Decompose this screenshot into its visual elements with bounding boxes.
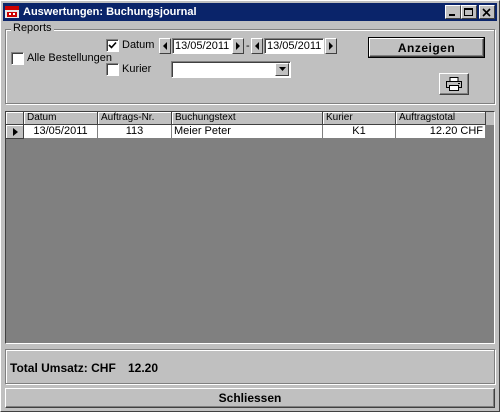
column-header-datum[interactable]: Datum — [24, 112, 98, 125]
alle-bestellungen-label[interactable]: Alle Bestellungen — [27, 52, 112, 64]
schliessen-button[interactable]: Schliessen — [5, 388, 495, 408]
arrow-right-icon — [236, 42, 240, 50]
alle-bestellungen-checkbox[interactable] — [11, 52, 24, 65]
cell-buchungstext[interactable]: Meier Peter — [172, 125, 323, 139]
datum-from-next-button[interactable] — [232, 38, 244, 54]
journal-grid[interactable]: Datum Auftrags-Nr. Buchungstext Kurier A… — [5, 111, 495, 344]
checkmark-icon — [108, 41, 117, 49]
cell-datum[interactable]: 13/05/2011 — [24, 125, 98, 139]
datum-checkbox[interactable] — [106, 39, 119, 52]
close-window-button[interactable] — [479, 5, 495, 19]
kurier-checkbox[interactable] — [106, 63, 119, 76]
minimize-button[interactable] — [445, 5, 461, 19]
datum-from-prev-button[interactable] — [159, 38, 171, 54]
close-icon — [482, 8, 491, 17]
total-value: 12.20 — [128, 361, 159, 375]
print-button[interactable] — [439, 73, 469, 95]
datum-to-next-button[interactable] — [325, 38, 337, 54]
row-indicator[interactable] — [6, 125, 24, 139]
cell-kurier[interactable]: K1 — [323, 125, 396, 139]
kurier-label[interactable]: Kurier — [122, 63, 151, 75]
app-icon — [4, 4, 20, 20]
datum-from-field[interactable]: 13/05/2011 — [172, 38, 232, 54]
kurier-dropdown-button[interactable] — [275, 63, 289, 76]
current-row-arrow-icon — [13, 128, 18, 136]
total-label: Total Umsatz: CHF — [10, 361, 116, 375]
table-row[interactable]: 13/05/2011 113 Meier Peter K1 12.20 CHF — [6, 125, 494, 139]
column-header-auftragstotal[interactable]: Auftragstotal — [396, 112, 486, 125]
datum-to-field[interactable]: 13/05/2011 — [264, 38, 324, 54]
cell-auftragstotal[interactable]: 12.20 CHF — [396, 125, 486, 139]
arrow-right-icon — [329, 42, 333, 50]
arrow-left-icon — [255, 42, 259, 50]
column-header-auftrags-nr[interactable]: Auftrags-Nr. — [98, 112, 172, 125]
maximize-button[interactable] — [461, 5, 477, 19]
reports-group-label: Reports — [11, 22, 54, 34]
arrow-left-icon — [163, 42, 167, 50]
printer-icon — [446, 77, 462, 91]
grid-header: Datum Auftrags-Nr. Buchungstext Kurier A… — [6, 112, 494, 125]
window: Auswertungen: Buchungsjournal Reports Al… — [0, 0, 500, 412]
datum-to-prev-button[interactable] — [251, 38, 263, 54]
chevron-down-icon — [279, 67, 286, 71]
column-header-buchungstext[interactable]: Buchungstext — [172, 112, 323, 125]
window-title: Auswertungen: Buchungsjournal — [23, 6, 197, 18]
anzeigen-button[interactable]: Anzeigen — [368, 37, 485, 58]
title-bar[interactable]: Auswertungen: Buchungsjournal — [3, 3, 497, 21]
datum-label[interactable]: Datum — [122, 39, 154, 51]
header-indicator-cell — [6, 112, 24, 125]
kurier-select[interactable] — [171, 61, 291, 78]
column-header-kurier[interactable]: Kurier — [323, 112, 396, 125]
cell-auftrags-nr[interactable]: 113 — [98, 125, 172, 139]
date-range-separator: - — [246, 40, 250, 52]
